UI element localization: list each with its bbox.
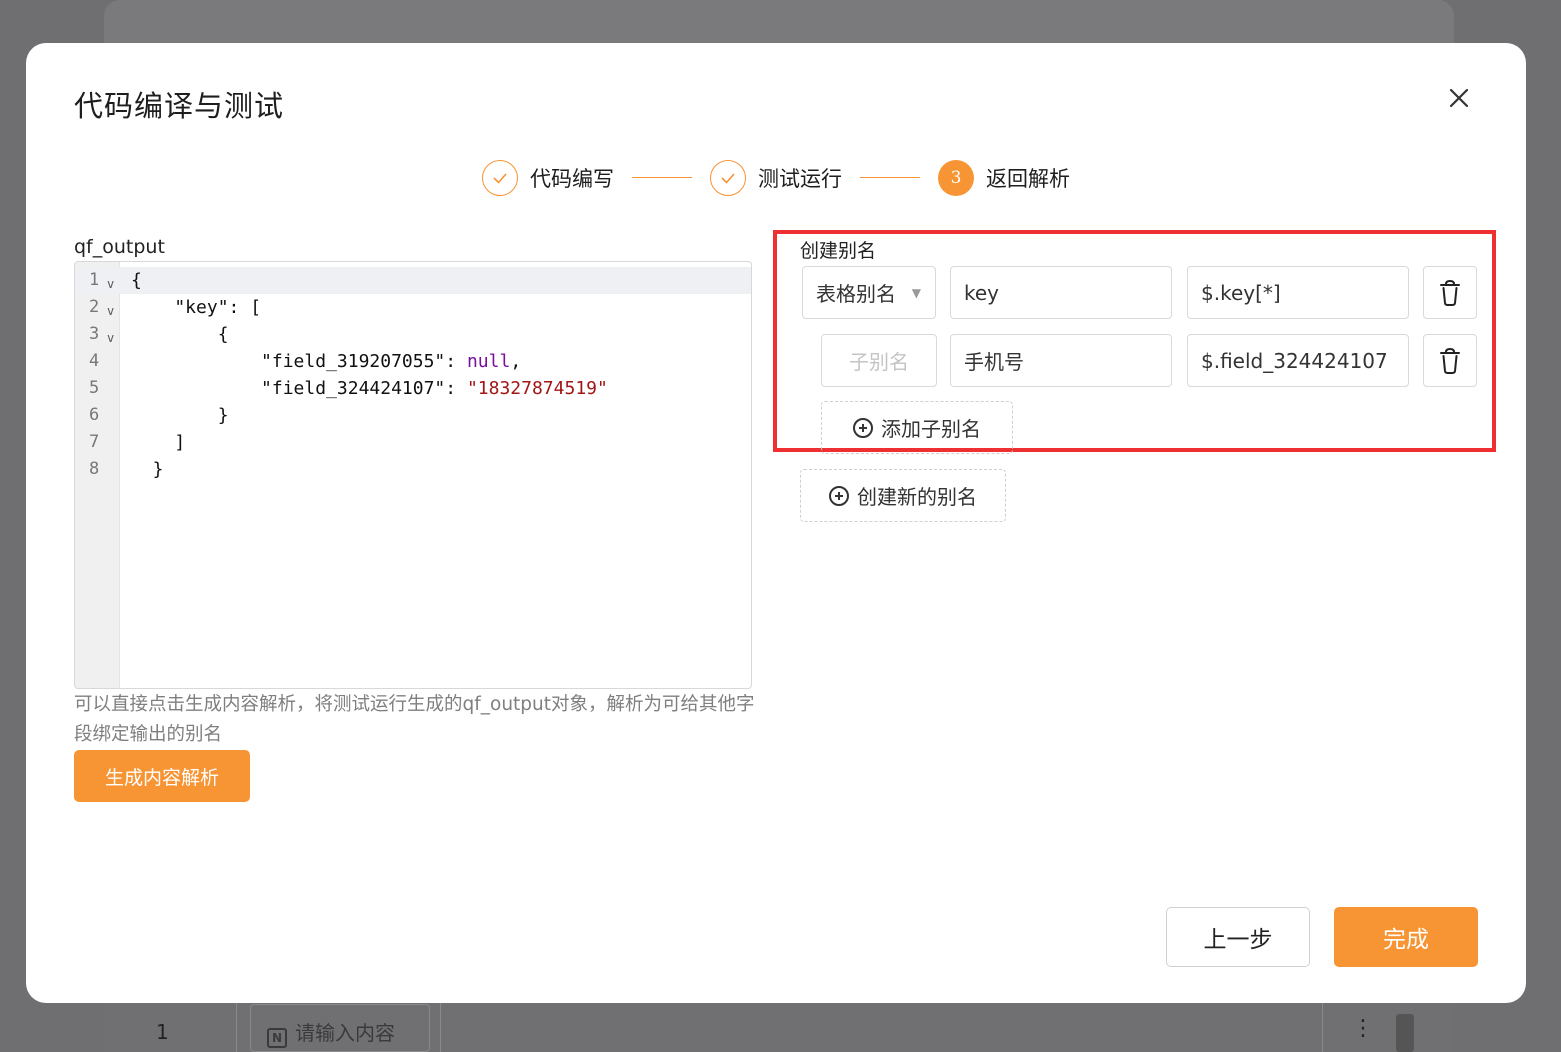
alias-type-select[interactable]: 表格别名 ▼ <box>802 266 936 319</box>
code-token: "field_324424107": <box>131 378 467 399</box>
step-number-badge: 3 <box>938 160 974 196</box>
line-number: 4 <box>89 351 100 371</box>
code-token: null <box>466 351 511 372</box>
code-token: "key": [ <box>131 297 262 318</box>
code-token: ] <box>131 432 186 453</box>
finish-button[interactable]: 完成 <box>1334 907 1478 967</box>
alias-name-input[interactable]: key <box>950 266 1172 319</box>
line-number: 8 <box>89 459 100 479</box>
code-token: } <box>131 405 229 426</box>
child-alias-path-input[interactable]: $.field_324424107 <box>1187 334 1409 387</box>
divider <box>236 1003 237 1052</box>
plus-circle-icon <box>829 485 849 506</box>
add-child-alias-label: 添加子别名 <box>881 417 981 441</box>
code-text: "field_324424107": "18327874519" <box>131 375 608 402</box>
step-code-writing: 代码编写 <box>482 158 614 198</box>
check-icon <box>482 160 518 196</box>
code-line: 6 } <box>75 402 751 429</box>
editor-label: qf_output <box>74 236 165 258</box>
step-connector <box>632 177 692 178</box>
code-line: 5 "field_324424107": "18327874519" <box>75 375 751 402</box>
code-line: 1 v{ <box>75 267 751 294</box>
code-text: "key": [ <box>131 294 261 321</box>
caret-down-icon: ▼ <box>911 285 921 300</box>
code-token: "field_319207055": <box>131 351 467 372</box>
step-label: 返回解析 <box>986 167 1070 191</box>
step-label: 测试运行 <box>758 167 842 191</box>
line-number: 6 <box>89 405 100 425</box>
code-text: { <box>131 267 142 294</box>
line-number: 5 <box>89 378 100 398</box>
row-number: 1 <box>156 1020 169 1044</box>
dialog-title: 代码编译与测试 <box>74 89 285 123</box>
line-number: 7 <box>89 432 100 452</box>
divider <box>440 1003 441 1052</box>
step-test-run: 测试运行 <box>710 158 842 198</box>
line-number: 1 <box>89 270 100 290</box>
more-vertical-icon: ⋮ <box>1352 1016 1374 1041</box>
plus-circle-icon <box>853 417 873 438</box>
code-text: } <box>131 456 164 483</box>
code-token: , <box>510 351 522 372</box>
generate-parse-button[interactable]: 生成内容解析 <box>74 750 250 802</box>
code-text: "field_319207055": null, <box>131 348 521 375</box>
code-line: 4 "field_319207055": null, <box>75 348 751 375</box>
code-line: 7 ] <box>75 429 751 456</box>
scrollbar <box>1396 1014 1414 1052</box>
code-line: 2v "key": [ <box>75 294 751 321</box>
code-line: 8 } <box>75 456 751 483</box>
line-number: 2 <box>89 297 100 317</box>
code-text: ] <box>131 429 185 456</box>
background-text-input: N 请输入内容 <box>250 1004 430 1052</box>
code-text: } <box>131 402 229 429</box>
divider <box>1322 1003 1323 1052</box>
code-editor[interactable]: 1 v{2 v "key": [3 v {4 "field_319207055": n… <box>74 261 752 689</box>
child-alias-type-field[interactable]: 子别名 <box>821 334 937 387</box>
code-token: { <box>131 270 142 291</box>
child-alias-name-input[interactable]: 手机号 <box>950 334 1172 387</box>
line-number: 3 <box>89 324 100 344</box>
code-token: } <box>131 459 164 480</box>
step-return-parse: 3 返回解析 <box>938 158 1070 198</box>
code-text: { <box>131 321 229 348</box>
alias-type-value: 表格别名 <box>816 282 896 306</box>
step-indicator: 代码编写 测试运行 3 返回解析 <box>26 158 1526 198</box>
code-line: 3v { <box>75 321 751 348</box>
step-connector <box>860 177 920 178</box>
code-token: { <box>131 324 229 345</box>
close-icon[interactable] <box>1444 83 1474 113</box>
input-placeholder: 请输入内容 <box>295 1021 395 1045</box>
hint-text: 可以直接点击生成内容解析，将测试运行生成的qf_output对象，解析为可给其他… <box>74 694 755 745</box>
alias-section-title: 创建别名 <box>800 240 877 262</box>
trash-icon[interactable] <box>1423 266 1477 319</box>
create-new-alias-button[interactable]: 创建新的别名 <box>800 469 1006 522</box>
alias-path-input[interactable]: $.key[*] <box>1187 266 1409 319</box>
code-compile-test-dialog: 代码编译与测试 代码编写 测试运行 3 返回解析 qf_output 1 v{2 v… <box>26 43 1526 1003</box>
previous-step-button[interactable]: 上一步 <box>1166 907 1310 967</box>
n-icon: N <box>267 1028 287 1048</box>
trash-icon[interactable] <box>1423 334 1477 387</box>
check-icon <box>710 160 746 196</box>
step-label: 代码编写 <box>530 167 614 191</box>
add-child-alias-button[interactable]: 添加子别名 <box>821 401 1013 454</box>
create-new-alias-label: 创建新的别名 <box>857 485 977 509</box>
code-token: "18327874519" <box>466 378 608 399</box>
